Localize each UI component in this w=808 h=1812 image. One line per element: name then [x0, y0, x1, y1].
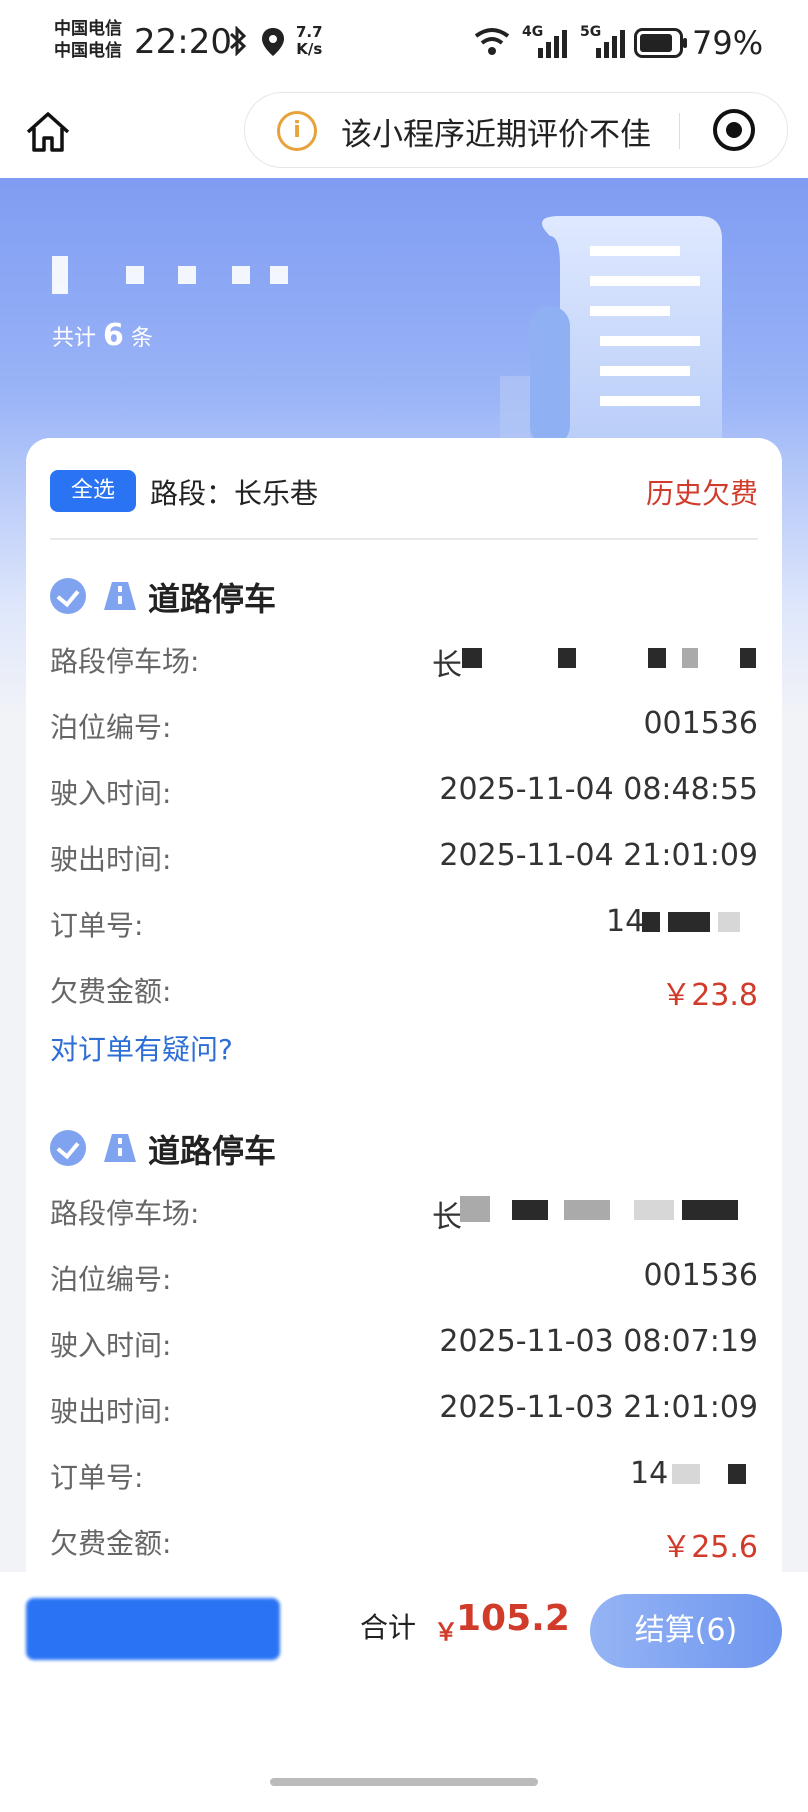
battery-percent: 79% — [692, 24, 764, 62]
order-title: 道路停车 — [148, 1132, 277, 1170]
order-number-value: 14 — [606, 904, 645, 939]
order-title-row: 道路停车 — [50, 1118, 758, 1178]
exit-time-value: 2025-11-04 21:01:09 — [439, 838, 758, 873]
nav-bar: i 该小程序近期评价不佳 — [0, 88, 808, 178]
row-label: 驶出时间: — [50, 843, 172, 876]
check-icon[interactable] — [50, 578, 86, 614]
arrears-amount-value: ￥23.8 — [661, 978, 758, 1013]
record-count: 共计 6 条 — [52, 318, 153, 353]
warning-icon[interactable]: i — [277, 111, 317, 151]
net-speed: 7.7 K/s — [296, 23, 323, 58]
order-title: 道路停车 — [148, 580, 277, 618]
clock: 22:20 — [134, 22, 232, 62]
parking-lot-value: 长 — [432, 1200, 462, 1235]
battery-icon — [634, 28, 687, 58]
road-section-label: 路段：长乐巷 — [150, 477, 319, 510]
info-row: 订单号: 14 — [50, 890, 758, 956]
receipt-illustration — [500, 216, 722, 446]
info-row: 驶出时间: 2025-11-03 21:01:09 — [50, 1376, 758, 1442]
order-item: 道路停车 路段停车场: 长 泊位编号: 001536 驶入时间: 2025-11… — [50, 566, 758, 1078]
info-row: 路段停车场: 长 — [50, 626, 758, 692]
plate-number-masked — [52, 256, 292, 294]
home-icon[interactable] — [22, 106, 74, 158]
berth-number-value: 001536 — [643, 706, 758, 741]
row-label: 路段停车场: — [50, 1197, 200, 1230]
total-currency: ￥ — [434, 1618, 458, 1646]
row-label: 泊位编号: — [50, 711, 172, 744]
entry-time-value: 2025-11-04 08:48:55 — [439, 772, 758, 807]
target-icon[interactable] — [713, 109, 755, 151]
order-question-link[interactable]: 对订单有疑问? — [50, 1022, 758, 1078]
row-label: 路段停车场: — [50, 645, 200, 678]
total-amount: 105.2 — [456, 1598, 570, 1639]
signal-bars-icon — [596, 30, 625, 58]
row-label: 驶入时间: — [50, 777, 172, 810]
select-all-button[interactable]: 全选 — [50, 470, 136, 512]
arrears-amount-value: ￥25.6 — [661, 1530, 758, 1565]
row-label: 订单号: — [50, 909, 144, 942]
mini-program-capsule: i 该小程序近期评价不佳 — [244, 92, 788, 168]
row-label: 订单号: — [50, 1461, 144, 1494]
order-item: 道路停车 路段停车场: 长 泊位编号: 001536 驶入时间: 2025-11… — [50, 1118, 758, 1572]
settle-button[interactable]: 结算(6) — [590, 1594, 782, 1668]
berth-number-value: 001536 — [643, 1258, 758, 1293]
secondary-action-button[interactable] — [26, 1598, 280, 1660]
road-icon — [104, 582, 136, 610]
home-indicator[interactable] — [270, 1778, 538, 1786]
row-label: 欠费金额: — [50, 975, 172, 1008]
info-row: 路段停车场: 长 — [50, 1178, 758, 1244]
wifi-icon — [474, 28, 510, 55]
history-arrears-link[interactable]: 历史欠费 — [646, 472, 758, 512]
entry-time-value: 2025-11-03 08:07:19 — [439, 1324, 758, 1359]
info-row: 泊位编号: 001536 — [50, 692, 758, 758]
bottom-action-bar: 合计 ￥ 105.2 结算(6) — [0, 1572, 808, 1812]
capsule-divider — [679, 113, 680, 149]
carrier-label: 中国电信 中国电信 — [54, 19, 122, 61]
info-row: 欠费金额: ￥23.8 — [50, 956, 758, 1022]
row-label: 泊位编号: — [50, 1263, 172, 1296]
info-row: 驶出时间: 2025-11-04 21:01:09 — [50, 824, 758, 890]
row-label: 驶出时间: — [50, 1395, 172, 1428]
order-number-value: 14 — [630, 1456, 669, 1491]
signal-bars-icon — [538, 30, 567, 58]
status-bar: 中国电信 中国电信 22:20 7.7 K/s 4G 5G 79% — [0, 0, 808, 88]
check-icon[interactable] — [50, 1130, 86, 1166]
arrears-card: 全选 路段：长乐巷 历史欠费 道路停车 路段停车场: 长 泊位编号: 00153… — [26, 438, 782, 1572]
info-row: 欠费金额: ￥25.6 — [50, 1508, 758, 1572]
order-title-row: 道路停车 — [50, 566, 758, 626]
parking-lot-value: 长 — [432, 648, 462, 683]
divider — [50, 538, 758, 540]
info-row: 泊位编号: 001536 — [50, 1244, 758, 1310]
exit-time-value: 2025-11-03 21:01:09 — [439, 1390, 758, 1425]
info-row: 驶入时间: 2025-11-04 08:48:55 — [50, 758, 758, 824]
row-label: 驶入时间: — [50, 1329, 172, 1362]
info-row: 驶入时间: 2025-11-03 08:07:19 — [50, 1310, 758, 1376]
info-row: 订单号: 14 — [50, 1442, 758, 1508]
road-icon — [104, 1134, 136, 1162]
total-label: 合计 — [360, 1611, 417, 1644]
bluetooth-icon — [229, 26, 247, 56]
rating-notice[interactable]: 该小程序近期评价不佳 — [341, 109, 651, 154]
row-label: 欠费金额: — [50, 1527, 172, 1560]
location-icon — [262, 28, 284, 56]
card-header: 全选 路段：长乐巷 历史欠费 — [50, 470, 758, 530]
